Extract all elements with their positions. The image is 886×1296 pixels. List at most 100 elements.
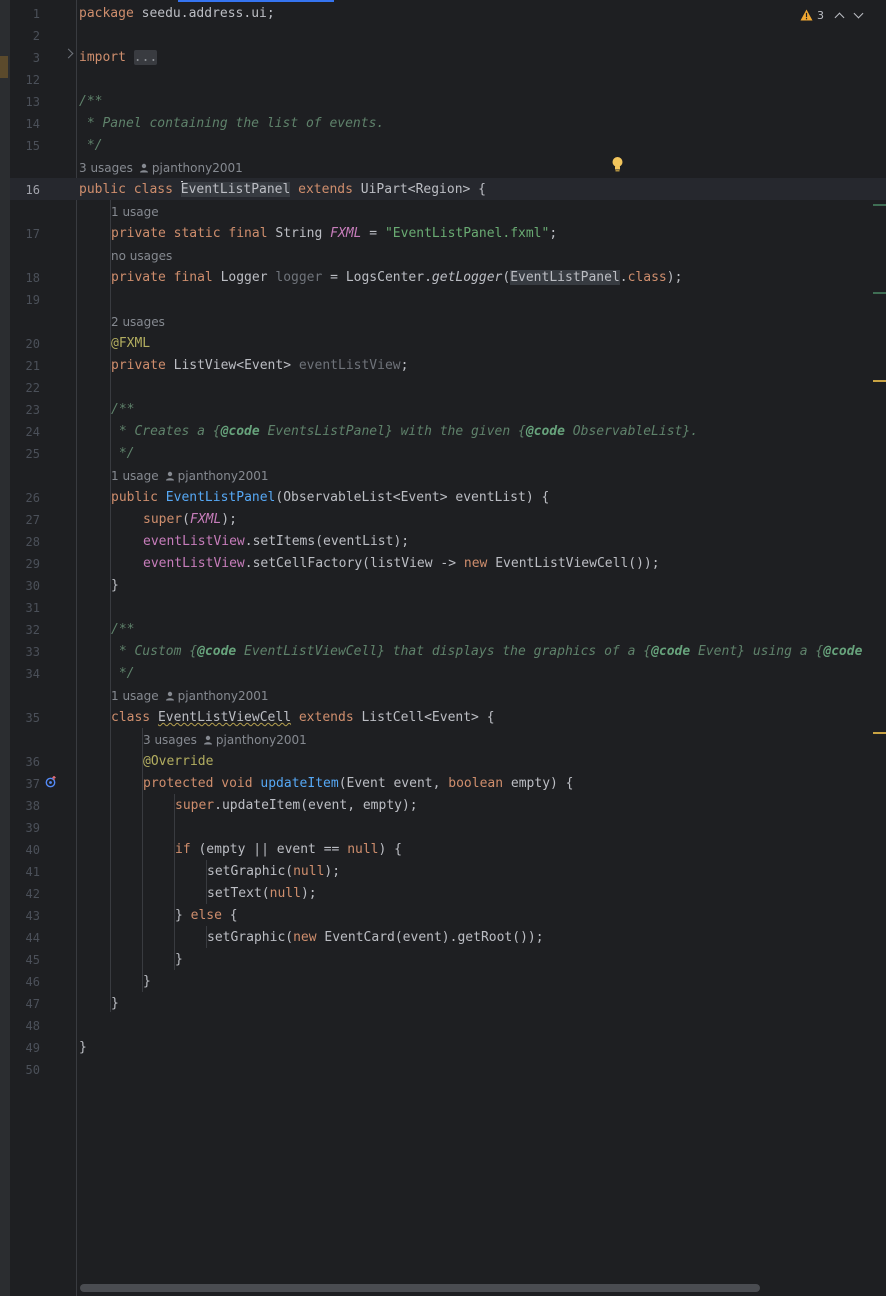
usages-hint[interactable]: 1 usage pjanthony2001 <box>111 685 268 707</box>
code-line[interactable]: super(FXML); <box>143 509 237 531</box>
usages-count[interactable]: 1 usage <box>111 205 159 219</box>
line-number: 1 <box>32 7 40 21</box>
code-token: new <box>293 930 317 945</box>
code-token: ; <box>549 226 558 241</box>
author-icon <box>165 471 174 481</box>
next-highlight-icon[interactable] <box>853 8 864 19</box>
usages-count[interactable]: 3 usages <box>79 161 133 175</box>
code-token: ListView<Event> <box>165 358 299 373</box>
code-line[interactable]: import ... <box>79 47 158 69</box>
usages-count[interactable]: no usages <box>111 249 172 263</box>
code-line[interactable]: super.updateItem(event, empty); <box>175 795 418 817</box>
line-number: 12 <box>25 73 40 87</box>
author-name[interactable]: pjanthony2001 <box>178 469 269 483</box>
code-token: FXML <box>189 512 222 527</box>
code-token: protected void <box>143 776 253 791</box>
usages-count[interactable]: 3 usages <box>143 733 197 747</box>
usages-count[interactable]: 2 usages <box>111 315 165 329</box>
code-token: super <box>143 512 183 527</box>
code-line[interactable]: public EventListPanel(ObservableList<Eve… <box>111 487 549 509</box>
code-line[interactable]: if (empty || event == null) { <box>175 839 402 861</box>
usages-hint[interactable]: 3 usages pjanthony2001 <box>79 157 243 179</box>
code-line[interactable]: @FXML <box>111 333 150 355</box>
line-number: 21 <box>25 359 40 373</box>
line-number: 16 <box>25 183 40 197</box>
error-stripe-mark[interactable] <box>873 204 886 206</box>
line-number: 26 <box>25 491 40 505</box>
author-name[interactable]: pjanthony2001 <box>152 161 243 175</box>
code-line[interactable]: eventListView.setItems(eventList); <box>143 531 409 553</box>
overrides-method-icon[interactable] <box>45 776 57 788</box>
author-name[interactable]: pjanthony2001 <box>178 689 269 703</box>
code-line[interactable]: private static final String FXML = "Even… <box>111 223 557 245</box>
code-token: boolean <box>448 776 504 791</box>
code-line[interactable]: setText(null); <box>207 883 317 905</box>
code-line[interactable]: package seedu.address.ui; <box>79 3 275 25</box>
line-number: 43 <box>25 909 40 923</box>
code-token: .setCellFactory(listView -> <box>244 556 464 571</box>
code-token: @code <box>823 644 863 659</box>
line-number: 32 <box>25 623 40 637</box>
error-stripe-mark[interactable] <box>873 732 886 734</box>
code-line[interactable]: setGraphic(new EventCard(event).getRoot(… <box>207 927 544 949</box>
usages-hint[interactable]: 3 usages pjanthony2001 <box>143 729 307 751</box>
line-number: 2 <box>32 29 40 43</box>
code-line[interactable]: */ <box>111 663 135 685</box>
intention-bulb-icon[interactable] <box>611 156 624 172</box>
code-token: ); <box>221 512 237 527</box>
code-line[interactable]: * Panel containing the list of events. <box>79 113 384 135</box>
code-line[interactable]: } <box>175 949 183 971</box>
code-line[interactable]: eventListView.setCellFactory(listView ->… <box>143 553 660 575</box>
code-token: public <box>111 490 158 505</box>
code-line[interactable]: } <box>111 575 119 597</box>
code-token: import <box>79 50 126 65</box>
code-line[interactable]: private final Logger logger = LogsCenter… <box>111 267 682 289</box>
inspections-widget[interactable]: 3 <box>800 7 864 23</box>
code-line[interactable]: /** <box>111 399 134 421</box>
code-token: EventsListPanel} with the given { <box>259 424 526 439</box>
previous-highlight-icon[interactable] <box>834 12 845 22</box>
code-line[interactable]: * Creates a {@code EventsListPanel} with… <box>111 421 698 443</box>
code-line[interactable]: } <box>79 1037 87 1059</box>
line-number: 50 <box>25 1063 40 1077</box>
code-line[interactable]: protected void updateItem(Event event, b… <box>143 773 574 795</box>
code-line[interactable]: class EventListViewCell extends ListCell… <box>111 707 495 729</box>
code-line[interactable]: /** <box>111 619 134 641</box>
usages-hint[interactable]: 2 usages <box>111 311 165 333</box>
code-line[interactable]: */ <box>111 443 135 465</box>
line-number: 13 <box>25 95 40 109</box>
usages-hint[interactable]: 1 usage pjanthony2001 <box>111 465 268 487</box>
code-line[interactable]: } <box>143 971 151 993</box>
usages-count[interactable]: 1 usage <box>111 689 159 703</box>
code-line[interactable]: } <box>111 993 119 1015</box>
line-number: 37 <box>25 777 40 791</box>
line-number: 17 <box>25 227 40 241</box>
code-line[interactable]: } else { <box>175 905 238 927</box>
code-token: updateItem <box>260 776 339 791</box>
code-line[interactable]: * Custom {@code EventListViewCell} that … <box>111 641 863 663</box>
code-line[interactable]: private ListView<Event> eventListView; <box>111 355 408 377</box>
line-number: 42 <box>25 887 40 901</box>
code-token: EventListPanel <box>165 490 276 505</box>
usages-count[interactable]: 1 usage <box>111 469 159 483</box>
usages-hint[interactable]: 1 usage <box>111 201 159 223</box>
author-name[interactable]: pjanthony2001 <box>216 733 307 747</box>
code-token: EventCard(event).getRoot()); <box>316 930 544 945</box>
folded-imports[interactable]: ... <box>133 50 158 65</box>
error-stripe-mark[interactable] <box>873 292 886 294</box>
line-number: 3 <box>32 51 40 65</box>
code-line[interactable]: */ <box>79 135 103 157</box>
line-number: 28 <box>25 535 40 549</box>
usages-hint[interactable]: no usages <box>111 245 172 267</box>
horizontal-scrollbar[interactable] <box>80 1284 760 1292</box>
code-line[interactable]: @Override <box>143 751 213 773</box>
code-token: @code <box>197 644 237 659</box>
code-token: class <box>111 710 151 725</box>
code-line[interactable]: /** <box>79 91 102 113</box>
error-stripe-mark[interactable] <box>873 380 886 382</box>
code-line[interactable]: setGraphic(null); <box>207 861 340 883</box>
code-line[interactable]: public class EventListPanel extends UiPa… <box>79 179 486 201</box>
code-token: ObservableList}. <box>564 424 699 439</box>
author-icon <box>203 735 212 745</box>
